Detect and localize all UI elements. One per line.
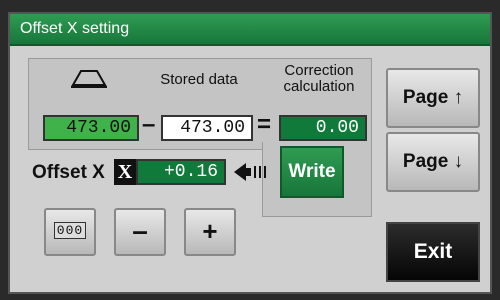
- offset-x-input[interactable]: +0.16: [136, 159, 226, 185]
- current-value-field: 473.00: [43, 115, 139, 141]
- counter-icon: 000: [53, 222, 87, 239]
- increment-button[interactable]: +: [184, 208, 236, 256]
- arrow-left-icon: [234, 163, 266, 181]
- stored-value-field: 473.00: [161, 115, 253, 141]
- correction-value-field: 0.00: [279, 115, 367, 141]
- decrement-button[interactable]: –: [114, 208, 166, 256]
- machine-icon: [71, 70, 107, 88]
- window-title: Offset X setting: [10, 14, 490, 46]
- stored-data-label: Stored data: [160, 71, 238, 88]
- minus-operator: –: [142, 111, 156, 138]
- correction-label: Correction calculation: [269, 63, 369, 95]
- page-up-button[interactable]: Page ↑: [386, 68, 480, 128]
- exit-button[interactable]: Exit: [386, 222, 480, 282]
- calculation-panel: Stored data Correction calculation 473.0…: [28, 58, 372, 150]
- axis-x-badge: X: [114, 159, 136, 185]
- correction-label-line1: Correction: [284, 62, 354, 79]
- correction-label-line2: calculation: [283, 78, 355, 95]
- offset-setting-window: Offset X setting Stored data Correction …: [8, 12, 492, 294]
- page-down-button[interactable]: Page ↓: [386, 132, 480, 192]
- offset-x-label: Offset X: [32, 162, 105, 183]
- counter-button[interactable]: 000: [44, 208, 96, 256]
- write-button[interactable]: Write: [280, 146, 344, 198]
- equals-operator: =: [257, 111, 272, 138]
